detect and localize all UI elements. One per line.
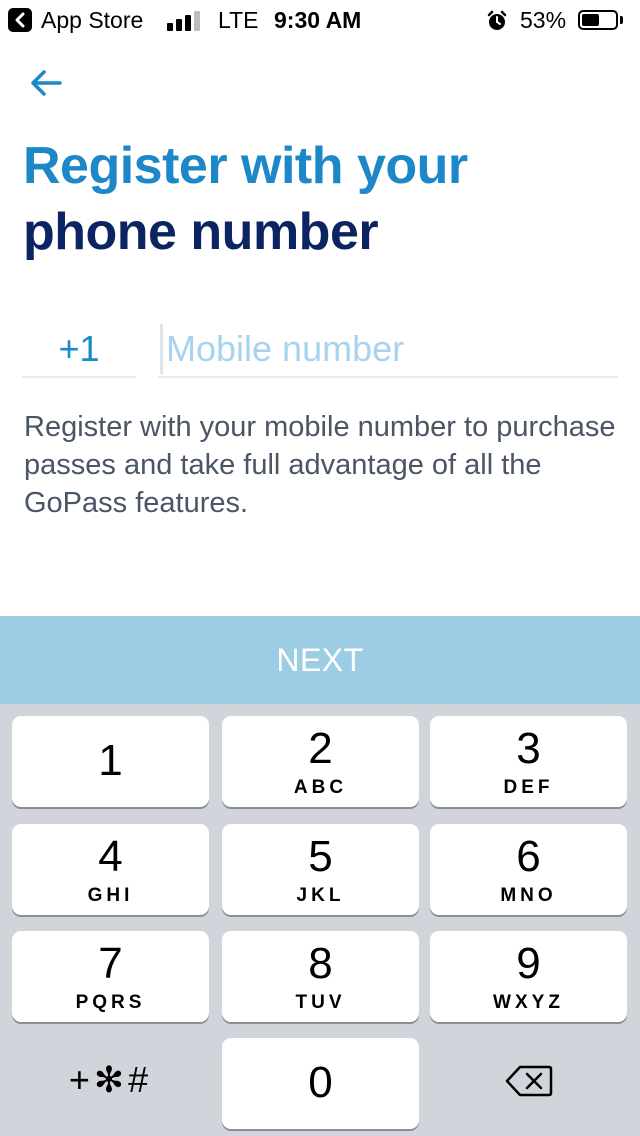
key-5[interactable]: 5 JKL (222, 824, 419, 915)
delete-key[interactable] (430, 1040, 627, 1131)
key-letters: GHI (87, 885, 134, 906)
key-digit: 5 (308, 832, 333, 881)
mobile-number-input[interactable] (166, 322, 606, 376)
key-letters: DEF (503, 777, 554, 798)
key-3[interactable]: 3 DEF (430, 716, 627, 807)
backspace-icon (505, 1065, 552, 1097)
back-to-app-icon[interactable] (8, 8, 32, 32)
battery-icon (578, 10, 618, 30)
numeric-keypad: 1 2 ABC 3 DEF 4 GHI 5 JKL 6 MNO 7 PQRS 8… (0, 704, 640, 1136)
battery-percent: 53% (520, 7, 567, 33)
key-1[interactable]: 1 (12, 716, 209, 807)
text-cursor (160, 324, 163, 374)
key-digit: 4 (98, 832, 123, 881)
back-to-app-label[interactable]: App Store (41, 7, 143, 34)
key-digit: 1 (98, 736, 123, 785)
key-letters: ABC (293, 777, 348, 798)
status-bar: App Store LTE 9:30 AM 53% (0, 0, 640, 40)
page-title-line2: phone number (23, 203, 379, 261)
key-letters: WXYZ (493, 992, 564, 1013)
key-digit: 0 (308, 1058, 333, 1107)
key-digit: 8 (308, 939, 333, 988)
signal-strength-icon (167, 9, 203, 31)
network-type: LTE (218, 7, 259, 33)
key-letters: PQRS (75, 992, 146, 1013)
key-letters: MNO (500, 885, 557, 906)
alarm-icon (486, 10, 508, 38)
key-0[interactable]: 0 (222, 1038, 419, 1129)
key-6[interactable]: 6 MNO (430, 824, 627, 915)
description-text: Register with your mobile number to purc… (24, 411, 616, 519)
arrow-left-icon (31, 70, 62, 96)
clock: 9:30 AM (274, 7, 362, 33)
key-2[interactable]: 2 ABC (222, 716, 419, 807)
key-digit: 6 (516, 832, 541, 881)
key-digit: 2 (308, 724, 333, 773)
country-code-selector[interactable]: +1 (22, 322, 136, 378)
key-9[interactable]: 9 WXYZ (430, 931, 627, 1022)
page-title: Register with your phone number (23, 133, 623, 265)
key-letters: JKL (296, 885, 345, 906)
next-button[interactable]: NEXT (0, 616, 640, 704)
back-button[interactable] (28, 64, 68, 104)
key-4[interactable]: 4 GHI (12, 824, 209, 915)
battery-tip (620, 16, 623, 24)
key-7[interactable]: 7 PQRS (12, 931, 209, 1022)
mobile-number-field[interactable] (158, 322, 618, 378)
key-8[interactable]: 8 TUV (222, 931, 419, 1022)
key-letters: TUV (295, 992, 346, 1013)
key-digit: 9 (516, 939, 541, 988)
key-digit: 3 (516, 724, 541, 773)
key-digit: 7 (98, 939, 123, 988)
symbols-key[interactable]: +✻# (12, 1040, 209, 1131)
page-title-line1: Register with your (23, 137, 468, 195)
